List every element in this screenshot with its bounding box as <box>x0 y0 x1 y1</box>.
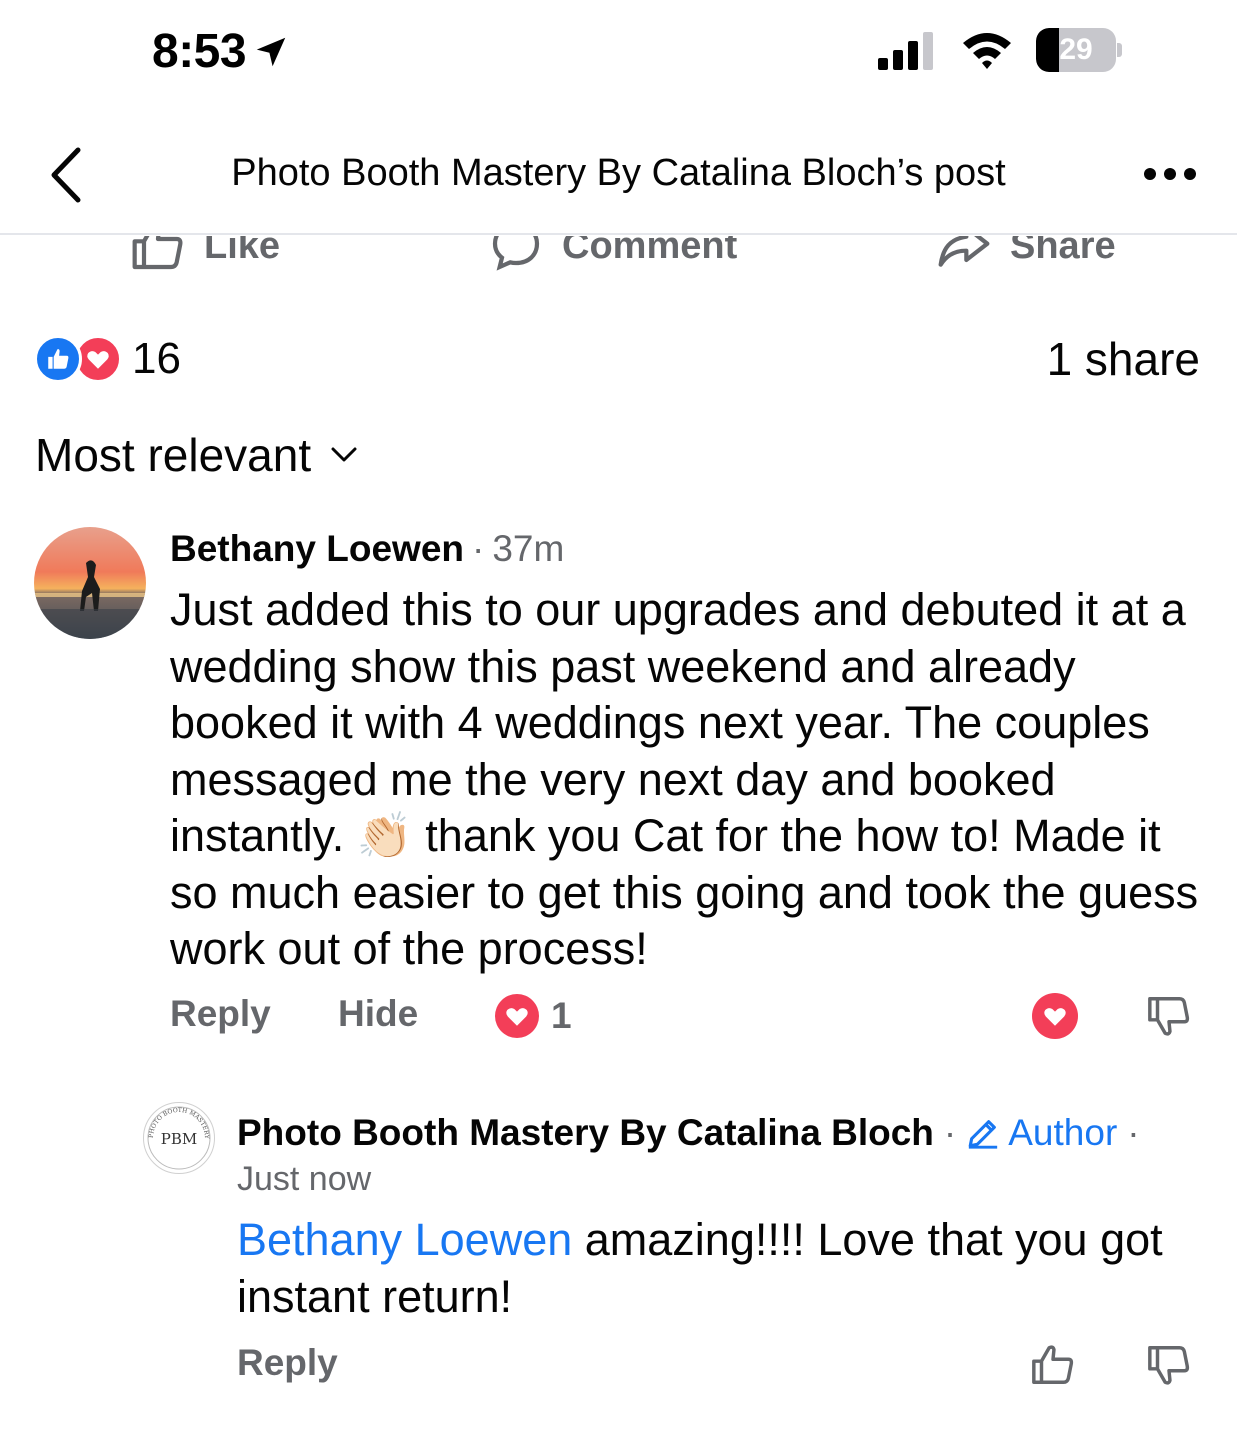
battery-icon: 29 <box>1036 28 1122 72</box>
heart-icon <box>1044 1008 1066 1026</box>
location-arrow-icon <box>256 37 286 66</box>
reply-actions: Reply <box>237 1342 1210 1392</box>
share-button[interactable]: Share <box>936 236 1116 274</box>
share-label: Share <box>1010 236 1116 267</box>
signal-icon <box>878 32 933 70</box>
reply-button[interactable]: Reply <box>170 993 271 1035</box>
comment-icon <box>492 236 540 271</box>
reply-button[interactable]: Reply <box>237 1342 338 1384</box>
reply-text: Bethany Loewen amazing!!!! Love that you… <box>237 1212 1217 1325</box>
like-button[interactable]: Like <box>130 236 280 274</box>
thumbs-up-icon <box>132 236 183 270</box>
status-icons: 29 <box>876 28 1122 72</box>
page-title: Photo Booth Mastery By Catalina Bloch’s … <box>231 152 1006 194</box>
separator-dot: · <box>943 1112 957 1153</box>
pencil-icon <box>968 1120 998 1149</box>
like-reaction-icon <box>34 335 82 383</box>
avatar[interactable] <box>34 527 146 639</box>
reply-header: Photo Booth Mastery By Catalina Bloch · … <box>237 1112 1140 1154</box>
separator-dot: · <box>472 528 485 569</box>
chevron-down-icon <box>331 447 357 462</box>
wifi-icon <box>963 33 1011 69</box>
love-count: 1 <box>551 995 572 1036</box>
hide-button[interactable]: Hide <box>338 993 418 1035</box>
reply-author[interactable]: Photo Booth Mastery By Catalina Bloch <box>237 1112 934 1154</box>
thumbs-down-icon <box>1148 1346 1190 1385</box>
more-icon <box>1144 168 1196 180</box>
comment-reaction-summary[interactable]: 1 <box>495 994 572 1038</box>
comment-author[interactable]: Bethany Loewen <box>170 528 464 570</box>
clapping-hands-emoji: 👏🏻 <box>356 810 413 861</box>
clock: 8:53 <box>152 25 247 78</box>
author-badge: Author <box>966 1112 1117 1154</box>
thumbs-down-icon <box>1148 997 1190 1036</box>
author-badge-label: Author <box>1008 1112 1118 1153</box>
comment-button[interactable]: Comment <box>488 236 737 274</box>
love-reaction-icon <box>495 994 539 1038</box>
like-label: Like <box>204 236 281 267</box>
status-time: 8:53 <box>152 24 290 79</box>
battery-level: 29 <box>1059 33 1093 66</box>
dislike-button[interactable] <box>1146 1340 1192 1390</box>
header-divider <box>0 233 1237 235</box>
comment-time[interactable]: 37m <box>492 528 564 570</box>
like-button[interactable] <box>1030 1340 1076 1390</box>
comment-actions: Reply Hide 1 <box>170 993 1210 1043</box>
mention-link[interactable]: Bethany Loewen <box>237 1214 572 1265</box>
comment-header: Bethany Loewen · 37m <box>170 528 564 570</box>
share-icon <box>938 236 990 267</box>
avatar[interactable]: PHOTO BOOTH MASTERY PBM <box>143 1102 215 1174</box>
separator-dot: · <box>1127 1112 1140 1153</box>
comment-label: Comment <box>562 236 738 267</box>
reaction-count: 16 <box>132 334 181 383</box>
sort-label: Most relevant <box>35 429 312 481</box>
love-react-button[interactable] <box>1032 993 1078 1039</box>
logo-text: PBM <box>161 1130 197 1148</box>
share-count[interactable]: 1 share <box>1047 332 1200 386</box>
more-options-button[interactable] <box>1136 150 1206 200</box>
reply-time[interactable]: Just now <box>237 1160 371 1199</box>
comment-text: Just added this to our upgrades and debu… <box>170 582 1210 978</box>
comment-sort-dropdown[interactable]: Most relevant <box>35 428 357 482</box>
dislike-button[interactable] <box>1146 991 1192 1041</box>
reaction-summary[interactable]: 16 <box>34 334 181 384</box>
post-action-bar: Like Comment Share <box>0 236 1237 276</box>
thumbs-up-icon <box>1032 1345 1074 1384</box>
